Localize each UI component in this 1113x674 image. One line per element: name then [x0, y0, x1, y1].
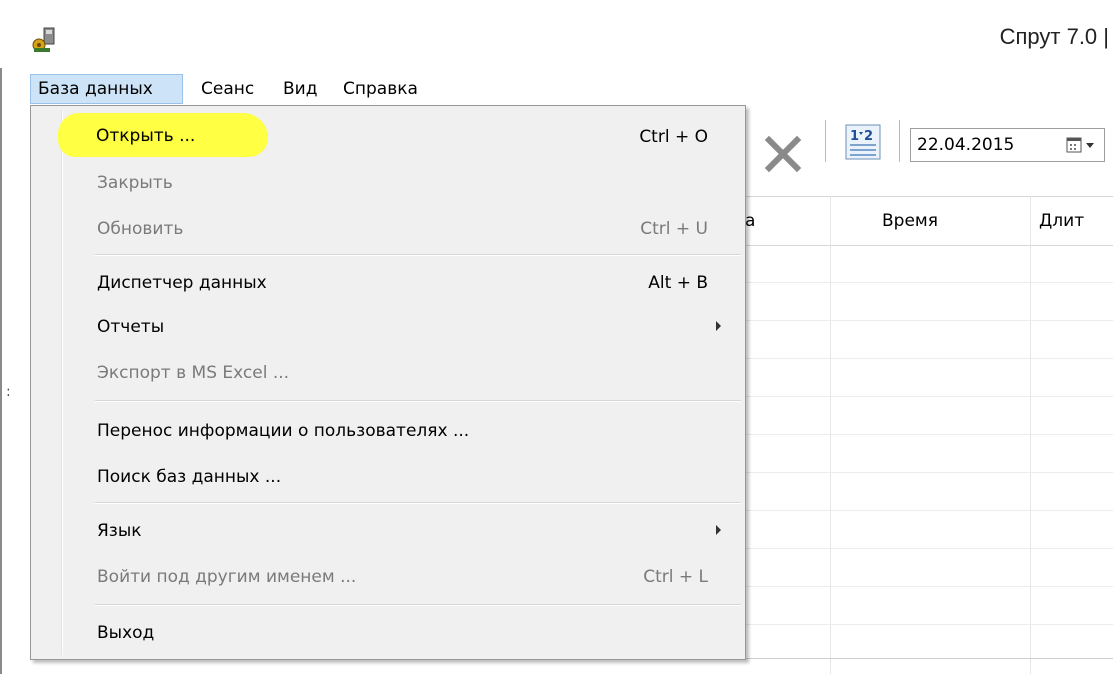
menu-separator: [95, 604, 741, 606]
menu-item-label: Поиск баз данных ...: [97, 467, 282, 487]
menu-help[interactable]: Справка: [336, 74, 425, 104]
app-icon[interactable]: [30, 26, 64, 54]
menu-item-label: Отчеты: [97, 317, 165, 337]
column-header-duration[interactable]: Длит: [1039, 197, 1084, 245]
grid-column-line: [1030, 196, 1031, 674]
menu-item-login-as[interactable]: Войти под другим именем ... Ctrl + L: [33, 554, 743, 600]
splitter-handle[interactable]: :: [6, 384, 11, 400]
database-menu-dropdown: Открыть ... Ctrl + O Закрыть Обновить Ct…: [30, 105, 746, 660]
menu-view[interactable]: Вид: [276, 74, 324, 104]
menu-item-shortcut: Ctrl + L: [643, 567, 708, 587]
menu-session[interactable]: Сеанс: [194, 74, 261, 104]
menu-database[interactable]: База данных: [30, 74, 183, 104]
toolbar-separator: [825, 120, 826, 162]
menu-bar: База данных Сеанс Вид Справка: [30, 74, 1113, 104]
menu-item-label: Выход: [97, 623, 155, 643]
menu-item-export-excel[interactable]: Экспорт в MS Excel ...: [33, 350, 743, 396]
submenu-arrow-icon: [716, 525, 721, 535]
title-bar: Спрут 7.0 |: [0, 0, 1113, 68]
menu-item-label: Войти под другим именем ...: [97, 567, 357, 587]
menu-item-transfer-user-info[interactable]: Перенос информации о пользователях ...: [33, 408, 743, 454]
toolbar: 1 2 22.04.2015: [745, 112, 1113, 194]
menu-item-label: Экспорт в MS Excel ...: [97, 363, 290, 383]
svg-text:1: 1: [850, 129, 859, 144]
calendar-dropdown-icon[interactable]: [1064, 135, 1102, 155]
menu-item-open-label-overlay[interactable]: Открыть ...: [96, 113, 195, 159]
close-x-icon[interactable]: [763, 134, 803, 174]
window-left-border: [0, 68, 2, 674]
menu-item-label: Перенос информации о пользователях ...: [97, 421, 470, 441]
menu-item-close[interactable]: Закрыть: [33, 160, 743, 206]
menu-item-label: Язык: [97, 521, 142, 541]
submenu-arrow-icon: [716, 321, 721, 331]
menu-separator: [95, 400, 741, 402]
menu-item-data-manager[interactable]: Диспетчер данных Alt + B: [33, 260, 743, 306]
numbering-icon[interactable]: 1 2: [845, 124, 881, 160]
menu-item-refresh[interactable]: Обновить Ctrl + U: [33, 206, 743, 252]
menu-item-label: Закрыть: [97, 173, 173, 193]
column-header-time[interactable]: Время: [882, 197, 938, 245]
svg-text:2: 2: [864, 129, 873, 144]
grid-column-line: [830, 196, 831, 674]
window-title: Спрут 7.0 |: [999, 24, 1109, 49]
date-value: 22.04.2015: [917, 135, 1015, 155]
column-header-date[interactable]: а: [745, 197, 755, 245]
menu-item-shortcut: Ctrl + O: [639, 127, 708, 147]
menu-item-label: Обновить: [97, 219, 184, 239]
menu-separator: [95, 502, 741, 504]
menu-item-shortcut: Alt + B: [648, 273, 708, 293]
toolbar-separator: [899, 120, 900, 162]
menu-item-shortcut: Ctrl + U: [640, 219, 708, 239]
menu-item-reports[interactable]: Отчеты: [33, 304, 743, 350]
menu-item-exit[interactable]: Выход: [33, 610, 743, 656]
menu-item-language[interactable]: Язык: [33, 508, 743, 554]
menu-item-label: Диспетчер данных: [97, 273, 267, 293]
menu-separator: [95, 254, 741, 256]
menu-item-find-databases[interactable]: Поиск баз данных ...: [33, 454, 743, 500]
date-picker[interactable]: 22.04.2015: [910, 128, 1105, 162]
